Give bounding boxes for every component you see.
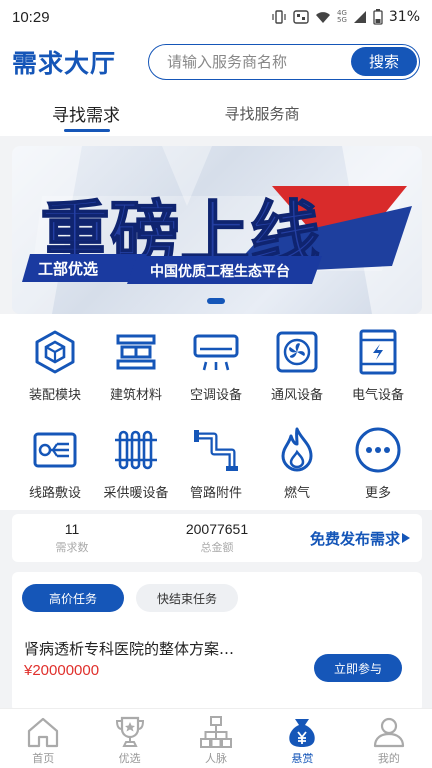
filter-high-price[interactable]: 高价任务 (22, 584, 124, 612)
status-bar: 10:29 4G 5G 31% (0, 0, 432, 34)
status-icons: 4G 5G 31% (271, 9, 420, 25)
flame-icon (281, 427, 313, 472)
page-title: 需求大厅 (12, 50, 117, 78)
category-label: 燃气 (283, 486, 310, 501)
stat-value: 11 (64, 521, 80, 537)
search-input[interactable] (167, 53, 337, 71)
tabbar-label: 人脉 (205, 752, 228, 765)
pipe-icon (194, 430, 238, 471)
category-label: 采供暖设备 (103, 486, 169, 501)
task-price: ¥20000000 (24, 662, 100, 679)
banner-slogan: 中国优质工程生态平台 (150, 263, 290, 280)
task-list-card: 高价任务 快结束任务 肾病透析专科医院的整体方案… ¥20000000 立即参与 (12, 572, 422, 712)
stat-demand-count: 11 需求数 (12, 521, 132, 555)
electrical-cabinet-icon (359, 329, 397, 375)
tabbar-featured[interactable]: 优选 (86, 709, 172, 768)
stats-bar: 11 需求数 20077651 总金额 免费发布需求 (12, 514, 422, 562)
tabbar-label: 悬赏 (291, 752, 314, 765)
category-electrical[interactable]: 电气设备 (335, 328, 421, 403)
category-label: 线路敷设 (28, 486, 81, 501)
category-assembly-module[interactable]: 装配模块 (12, 328, 98, 403)
tabbar-label: 首页 (32, 752, 55, 765)
user-icon (373, 717, 404, 748)
tab-find-provider[interactable]: 寻找服务商 (176, 90, 348, 136)
category-grid: 装配模块 建筑材料 空调设备 通风设备 电气设备 线路敷设 采供暖设备 管路附件… (0, 314, 432, 510)
category-heating[interactable]: 采供暖设备 (93, 426, 179, 501)
more-icon (355, 427, 401, 473)
tab-label: 寻找服务商 (224, 104, 300, 123)
network-icon (200, 716, 233, 748)
reward-bag-icon (289, 719, 316, 747)
category-building-materials[interactable]: 建筑材料 (93, 328, 179, 403)
category-air-conditioning[interactable]: 空调设备 (173, 328, 259, 403)
search-button[interactable]: 搜索 (351, 47, 417, 76)
building-materials-icon (116, 334, 156, 370)
wifi-icon (315, 12, 330, 23)
category-cable-laying[interactable]: 线路敷设 (12, 426, 98, 501)
tab-find-demand[interactable]: 寻找需求 (0, 90, 172, 136)
air-conditioner-icon (193, 334, 239, 371)
cube-icon (35, 330, 75, 374)
promo-banner[interactable]: 重磅上线 工部优选 中国优质工程生态平台 (12, 146, 422, 314)
category-gas[interactable]: 燃气 (254, 426, 340, 501)
network-type: 4G 5G (336, 9, 347, 24)
tabbar-network[interactable]: 人脉 (173, 709, 259, 768)
tabbar-label: 我的 (377, 752, 400, 765)
stat-total-amount: 20077651 总金额 (132, 521, 302, 555)
category-more[interactable]: 更多 (335, 426, 421, 501)
fan-icon (276, 331, 318, 373)
stat-label: 总金额 (200, 541, 234, 554)
tabbar-home[interactable]: 首页 (0, 709, 86, 768)
tabbar-reward[interactable]: 悬赏 (259, 709, 345, 768)
category-label: 通风设备 (270, 388, 323, 403)
top-tabs: 寻找需求 寻找服务商 (0, 90, 432, 136)
triangle-right-icon (402, 533, 410, 543)
app-header: 需求大厅 搜索 (0, 34, 432, 90)
stat-value: 20077651 (185, 521, 249, 537)
banner-tag: 工部优选 (38, 260, 98, 278)
stat-label: 需求数 (55, 541, 89, 554)
status-time: 10:29 (12, 8, 50, 26)
trophy-icon (115, 716, 144, 747)
battery-level: 31% (388, 9, 420, 25)
category-label: 更多 (364, 486, 391, 501)
category-label: 管路附件 (189, 486, 242, 501)
home-icon (28, 717, 59, 748)
category-label: 空调设备 (189, 388, 242, 403)
bottom-tab-bar: 首页 优选 人脉 悬赏 我的 (0, 708, 432, 768)
radiator-icon (115, 430, 157, 470)
publish-label: 免费发布需求 (309, 529, 400, 548)
tabbar-mine[interactable]: 我的 (346, 709, 432, 768)
carousel-indicator (207, 298, 225, 304)
tab-label: 寻找需求 (52, 105, 120, 126)
banner-artwork: 重磅上线 工部优选 中国优质工程生态平台 (12, 146, 422, 314)
filter-ending-soon[interactable]: 快结束任务 (136, 584, 238, 612)
tabbar-label: 优选 (118, 752, 141, 765)
category-label: 装配模块 (28, 388, 81, 403)
search-bar: 搜索 (148, 44, 420, 80)
category-label: 建筑材料 (109, 388, 162, 403)
cable-icon (33, 432, 77, 468)
nfc-icon (293, 10, 309, 24)
battery-icon (373, 9, 383, 25)
category-label: 电气设备 (351, 388, 404, 403)
category-pipe-fittings[interactable]: 管路附件 (173, 426, 259, 501)
vibrate-icon (272, 10, 286, 24)
category-ventilation[interactable]: 通风设备 (254, 328, 340, 403)
signal-icon (353, 11, 366, 23)
publish-demand-button[interactable]: 免费发布需求 (310, 528, 410, 549)
task-title[interactable]: 肾病透析专科医院的整体方案… (24, 638, 234, 659)
join-button[interactable]: 立即参与 (314, 654, 402, 682)
